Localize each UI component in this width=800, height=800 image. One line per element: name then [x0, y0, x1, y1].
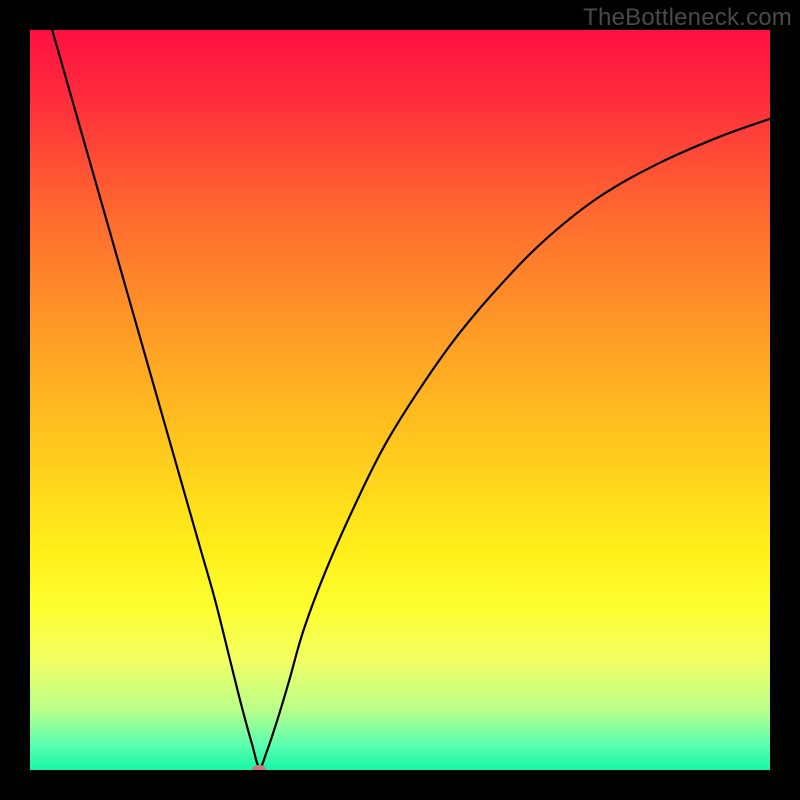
- chart-frame: TheBottleneck.com: [0, 0, 800, 800]
- watermark-text: TheBottleneck.com: [583, 4, 792, 32]
- optimal-point-marker: [252, 765, 266, 770]
- plot-area: [30, 30, 770, 770]
- bottleneck-curve: [30, 30, 770, 770]
